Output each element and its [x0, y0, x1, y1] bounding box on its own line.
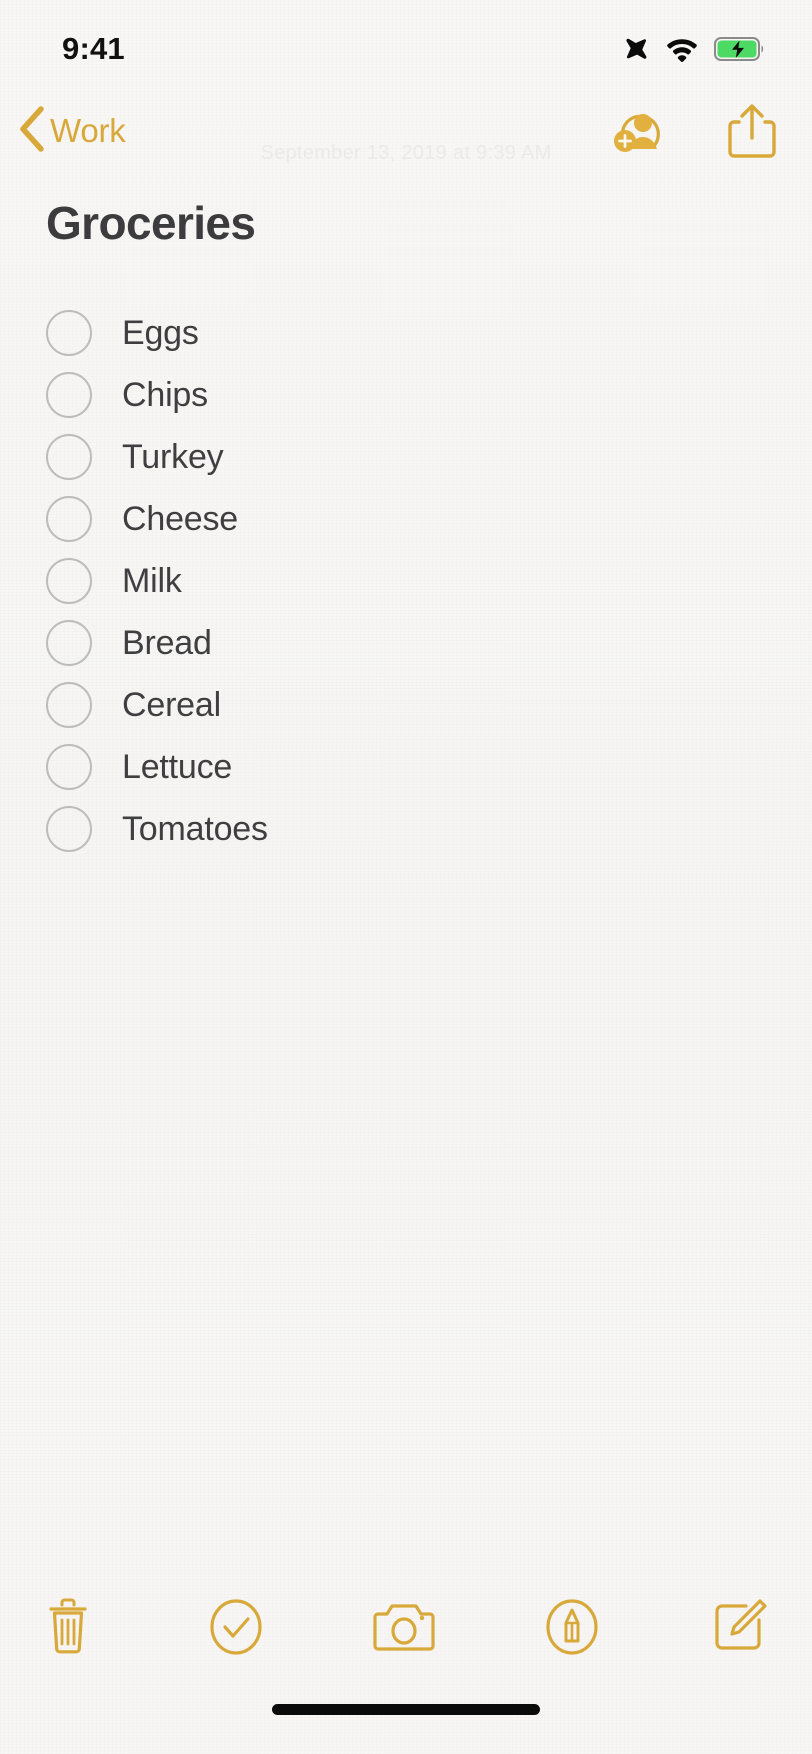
note-title[interactable]: Groceries	[46, 196, 766, 250]
checklist-item[interactable]: Cereal	[46, 674, 766, 736]
status-bar: 9:41	[0, 0, 812, 92]
checklist-item[interactable]: Cheese	[46, 488, 766, 550]
checkbox-eggs[interactable]	[46, 310, 92, 356]
checklist-item[interactable]: Lettuce	[46, 736, 766, 798]
share-icon[interactable]	[726, 102, 778, 160]
markup-icon[interactable]	[540, 1595, 604, 1659]
checklist-item-label: Turkey	[122, 438, 224, 476]
checklist-item-label: Tomatoes	[122, 810, 268, 848]
add-person-icon[interactable]	[610, 105, 670, 157]
checklist-item-label: Milk	[122, 562, 182, 600]
checklist-item[interactable]: Chips	[46, 364, 766, 426]
checklist-item-label: Bread	[122, 624, 212, 662]
checkbox-turkey[interactable]	[46, 434, 92, 480]
note-content: Groceries Eggs Chips Turkey Cheese Milk	[0, 170, 812, 1572]
checklist-item-label: Chips	[122, 376, 208, 414]
delete-icon[interactable]	[36, 1595, 100, 1659]
camera-icon[interactable]	[372, 1595, 436, 1659]
checkbox-chips[interactable]	[46, 372, 92, 418]
checklist-item-label: Eggs	[122, 314, 199, 352]
checklist-item[interactable]: Turkey	[46, 426, 766, 488]
compose-icon[interactable]	[708, 1595, 772, 1659]
home-indicator-area	[0, 1682, 812, 1754]
back-button[interactable]: Work	[18, 105, 126, 157]
wifi-icon	[665, 36, 699, 62]
checklist-item-label: Cheese	[122, 500, 238, 538]
checkbox-cereal[interactable]	[46, 682, 92, 728]
navigation-bar: Work	[0, 92, 812, 170]
checklist-item[interactable]: Milk	[46, 550, 766, 612]
airplane-mode-icon	[620, 35, 650, 63]
checklist: Eggs Chips Turkey Cheese Milk Bread Cere…	[46, 302, 766, 860]
home-indicator[interactable]	[272, 1704, 540, 1715]
chevron-left-icon	[18, 105, 46, 157]
checklist-item[interactable]: Eggs	[46, 302, 766, 364]
checklist-icon[interactable]	[204, 1595, 268, 1659]
checkbox-cheese[interactable]	[46, 496, 92, 542]
battery-charging-icon	[714, 36, 766, 62]
navigation-actions	[610, 102, 778, 160]
checklist-item[interactable]: Bread	[46, 612, 766, 674]
checklist-item-label: Cereal	[122, 686, 221, 724]
checkbox-milk[interactable]	[46, 558, 92, 604]
checkbox-tomatoes[interactable]	[46, 806, 92, 852]
checkbox-lettuce[interactable]	[46, 744, 92, 790]
bottom-toolbar	[0, 1572, 812, 1682]
status-bar-icons	[620, 35, 766, 63]
status-bar-time: 9:41	[62, 31, 125, 66]
checklist-item[interactable]: Tomatoes	[46, 798, 766, 860]
checklist-item-label: Lettuce	[122, 748, 233, 786]
checkbox-bread[interactable]	[46, 620, 92, 666]
back-button-label: Work	[50, 112, 126, 149]
notes-app-screen: 9:41 September 13, 2019 at 9:39 AM Work …	[0, 0, 812, 1754]
